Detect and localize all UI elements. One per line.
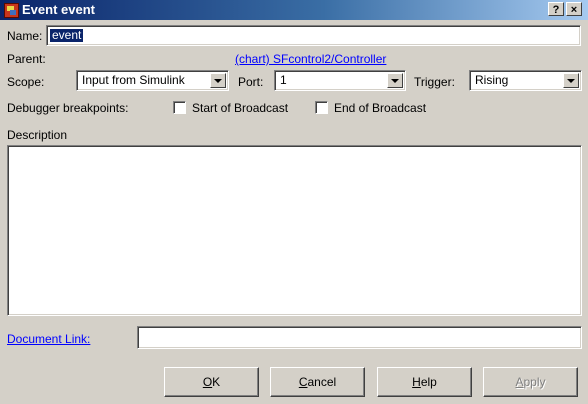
- cancel-label-rest: ancel: [307, 375, 337, 389]
- apply-mnemonic: A: [515, 375, 524, 389]
- description-label: Description: [7, 128, 68, 142]
- end-broadcast-label: End of Broadcast: [334, 101, 427, 115]
- parent-label: Parent:: [7, 52, 46, 66]
- document-link-label[interactable]: Document Link:: [7, 332, 90, 346]
- close-title-button[interactable]: ×: [566, 2, 582, 16]
- description-textarea[interactable]: [7, 145, 582, 316]
- port-label: Port:: [238, 75, 264, 89]
- cancel-button[interactable]: Cancel: [270, 367, 365, 397]
- ok-label-rest: K: [212, 375, 221, 389]
- help-button[interactable]: Help: [377, 367, 472, 397]
- name-value: event: [50, 28, 84, 42]
- document-link-input[interactable]: [137, 326, 582, 349]
- chevron-down-icon[interactable]: [563, 73, 579, 88]
- help-title-button[interactable]: ?: [548, 2, 564, 16]
- end-broadcast-checkbox[interactable]: [315, 101, 328, 114]
- window-title: Event event: [22, 2, 95, 17]
- start-broadcast-checkbox[interactable]: [173, 101, 186, 114]
- scope-value: Input from Simulink: [82, 73, 185, 87]
- port-value: 1: [280, 73, 287, 87]
- apply-label-rest: pply: [523, 375, 546, 389]
- chevron-down-icon[interactable]: [210, 73, 226, 88]
- parent-link[interactable]: (chart) SFcontrol2/Controller: [235, 52, 386, 66]
- scope-dropdown[interactable]: Input from Simulink: [76, 70, 229, 91]
- apply-button[interactable]: Apply: [483, 367, 578, 397]
- name-input[interactable]: event: [46, 25, 581, 46]
- breakpoints-label: Debugger breakpoints:: [7, 101, 129, 115]
- chevron-down-icon[interactable]: [387, 73, 403, 88]
- help-label-rest: elp: [420, 375, 437, 389]
- ok-mnemonic: O: [202, 375, 213, 389]
- scope-label: Scope:: [7, 75, 45, 89]
- name-label: Name:: [7, 29, 43, 43]
- trigger-label: Trigger:: [414, 75, 455, 89]
- trigger-value: Rising: [475, 73, 509, 87]
- title-bar: Event event ? ×: [0, 0, 588, 20]
- trigger-dropdown[interactable]: Rising: [469, 70, 582, 91]
- stateflow-app-icon: [4, 3, 19, 18]
- start-broadcast-label: Start of Broadcast: [192, 101, 289, 115]
- help-mnemonic: H: [412, 375, 421, 389]
- port-dropdown[interactable]: 1: [274, 70, 406, 91]
- ok-button[interactable]: OK: [164, 367, 259, 397]
